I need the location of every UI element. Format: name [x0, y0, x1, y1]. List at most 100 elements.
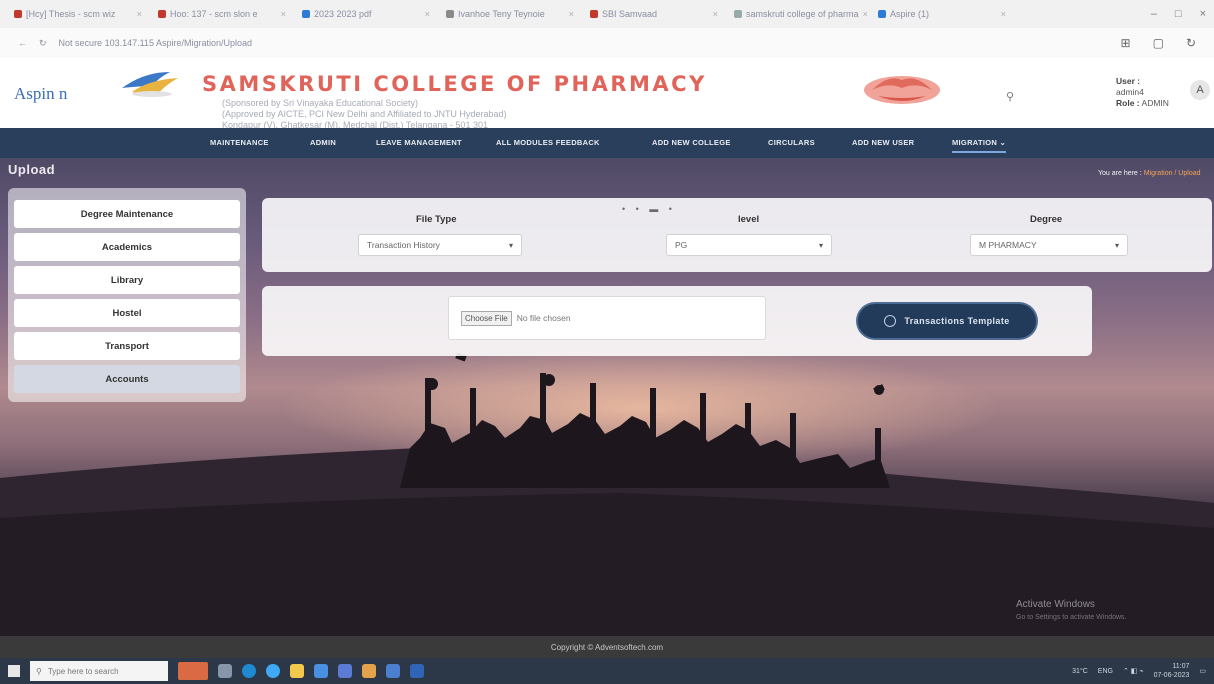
chevron-down-icon: ▾ [508, 240, 513, 250]
browser-tab[interactable]: Aspire (1) × [872, 4, 1012, 24]
tab-label: [Hcy] Thesis - scm wiz [26, 9, 116, 19]
main-nav: MAINTENANCE ADMIN LEAVE MANAGEMENT ALL M… [0, 128, 1214, 158]
avatar[interactable]: A [1190, 80, 1210, 100]
maximize-icon[interactable]: □ [1175, 8, 1182, 20]
degree-value: M PHARMACY [979, 240, 1037, 250]
weather-temp[interactable]: 31°C [1072, 668, 1088, 675]
nav-item-maintenance[interactable]: MAINTENANCE [210, 138, 269, 147]
mail-icon[interactable] [314, 664, 328, 678]
side-menu-item-degree-maintenance[interactable]: Degree Maintenance [14, 200, 240, 228]
refresh-icon[interactable]: ↻ [1186, 36, 1196, 50]
notes-icon[interactable] [362, 664, 376, 678]
file-type-select[interactable]: Transaction History ▾ [358, 234, 522, 256]
search-icon[interactable]: ⚲ [1006, 90, 1014, 103]
store-icon[interactable] [338, 664, 352, 678]
edge-browser-icon[interactable] [242, 664, 256, 678]
browser-tab[interactable]: samskruti college of pharma × [728, 4, 868, 24]
windows-start-icon[interactable] [8, 665, 20, 677]
tab-label: Aspire (1) [890, 9, 930, 19]
side-menu-item-transport[interactable]: Transport [14, 332, 240, 360]
watermark-subtitle: Go to Settings to activate Windows. [1016, 614, 1127, 621]
weather-icon[interactable] [178, 662, 208, 680]
side-menu-item-library[interactable]: Library [14, 266, 240, 294]
tab-favicon-icon [878, 10, 886, 18]
tab-label: samskruti college of pharma [746, 9, 859, 19]
app-icon[interactable] [386, 664, 400, 678]
file-explorer-icon[interactable] [290, 664, 304, 678]
word-icon[interactable] [410, 664, 424, 678]
close-icon[interactable]: × [713, 9, 718, 19]
degree-select[interactable]: M PHARMACY ▾ [970, 234, 1128, 256]
activate-windows-watermark: Activate Windows Go to Settings to activ… [1016, 598, 1127, 624]
role-label: Role : [1116, 98, 1140, 108]
filter-panel: File Type Transaction History ▾ level PG… [262, 198, 1212, 272]
tab-favicon-icon [302, 10, 310, 18]
browser-toolbar-icons: ⊞ ▢ ↻ [1121, 36, 1196, 50]
clock-date: 07-06-2023 [1153, 672, 1190, 679]
browser-tab[interactable]: Ivanhoe Teny Teynoie × [440, 4, 580, 24]
degree-label: Degree [1030, 214, 1063, 225]
nav-item-add-new-college[interactable]: ADD NEW COLLEGE [652, 138, 731, 147]
close-icon[interactable]: × [569, 9, 574, 19]
tab-label: SBI Samvaad [602, 9, 658, 19]
minimize-icon[interactable]: – [1151, 8, 1157, 20]
search-icon: ⚲ [36, 666, 42, 676]
tab-favicon-icon [14, 10, 22, 18]
user-info: User : admin4 Role : ADMIN [1116, 76, 1169, 109]
nav-item-all-modules-feedback[interactable]: ALL MODULES FEEDBACK [496, 138, 600, 147]
college-emblem-icon [864, 76, 940, 104]
watermark-title: Activate Windows [1016, 599, 1095, 610]
tab-favicon-icon [590, 10, 598, 18]
browser-tab[interactable]: Hoo: 137 - scm slon e × [152, 4, 292, 24]
close-icon[interactable]: × [281, 9, 286, 19]
close-icon[interactable]: × [1001, 9, 1006, 19]
aspire-logo[interactable]: Aspin n [14, 84, 67, 104]
close-icon[interactable]: × [425, 9, 430, 19]
nav-item-leave-management[interactable]: LEAVE MANAGEMENT [376, 138, 462, 147]
close-icon[interactable]: × [863, 9, 868, 19]
url-field[interactable]: Not secure 103.147.115 Aspire/Migration/… [59, 38, 252, 48]
transactions-template-button[interactable]: Transactions Template [858, 304, 1036, 338]
tab-label: Hoo: 137 - scm slon e [170, 9, 258, 19]
level-select[interactable]: PG ▾ [666, 234, 832, 256]
browser-tab[interactable]: [Hcy] Thesis - scm wiz × [8, 4, 148, 24]
task-view-icon[interactable] [218, 664, 232, 678]
nav-item-admin[interactable]: ADMIN [310, 138, 336, 147]
browser-tab[interactable]: 2023 2023 pdf × [296, 4, 436, 24]
sidebar-icon[interactable]: ▢ [1153, 36, 1164, 50]
user-name: admin4 [1116, 87, 1144, 97]
close-icon[interactable]: × [137, 9, 142, 19]
college-subtitle: (Sponsored by Sri Vinayaka Educational S… [222, 98, 842, 131]
nav-item-migration[interactable]: MIGRATION ⌄ [952, 138, 1007, 153]
language-indicator[interactable]: ENG [1098, 668, 1113, 675]
back-icon[interactable]: ← [18, 38, 27, 48]
chevron-down-icon: ▾ [818, 240, 823, 250]
window-controls: – □ × [1151, 8, 1206, 20]
nav-item-add-new-user[interactable]: ADD NEW USER [852, 138, 914, 147]
taskbar-search[interactable]: ⚲ Type here to search [30, 661, 168, 681]
clock[interactable]: 11:07 07-06-2023 [1154, 662, 1190, 680]
tab-favicon-icon [158, 10, 166, 18]
notification-icon[interactable]: ▭ [1199, 667, 1206, 675]
window-close-icon[interactable]: × [1200, 8, 1206, 20]
swoosh-logo-icon [122, 72, 178, 97]
extensions-icon[interactable]: ⊞ [1121, 36, 1131, 50]
nav-item-circulars[interactable]: CIRCULARS [768, 138, 815, 147]
side-menu-item-hostel[interactable]: Hostel [14, 299, 240, 327]
chevron-down-icon: ⌄ [999, 138, 1007, 147]
side-menu-item-academics[interactable]: Academics [14, 233, 240, 261]
address-bar: ← ↻ Not secure 103.147.115 Aspire/Migrat… [0, 28, 1214, 58]
chrome-browser-icon[interactable] [266, 664, 280, 678]
browser-tab[interactable]: SBI Samvaad × [584, 4, 724, 24]
tab-label: 2023 2023 pdf [314, 9, 372, 19]
choose-file-button[interactable]: Choose File [461, 310, 512, 326]
file-input[interactable]: Choose File No file chosen [448, 296, 766, 340]
nav-item-label: MIGRATION [952, 138, 998, 147]
reload-icon[interactable]: ↻ [39, 38, 47, 49]
breadcrumb-current[interactable]: Migration / Upload [1144, 170, 1201, 177]
drag-handle-icon[interactable]: • • ▬ • [622, 204, 676, 214]
side-menu-item-accounts[interactable]: Accounts [14, 365, 240, 393]
taskbar: ⚲ Type here to search 31°C ENG ⌃ ◧ ⌁ 11:… [0, 658, 1214, 684]
college-subtitle-line: (Approved by AICTE, PCI New Delhi and Af… [222, 109, 507, 119]
college-name: SAMSKRUTI COLLEGE OF PHARMACY [202, 72, 707, 96]
